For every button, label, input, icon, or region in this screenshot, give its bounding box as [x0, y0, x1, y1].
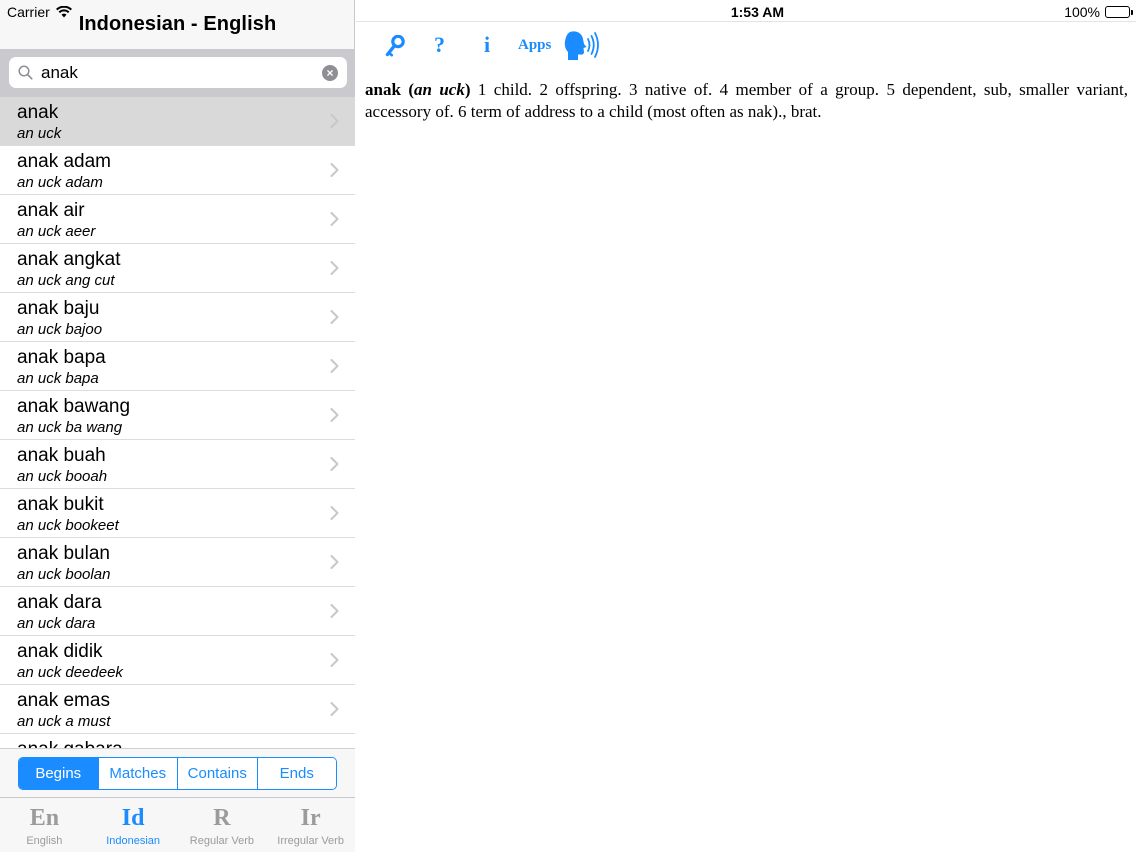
list-item-pronunciation: an uck deedeek [17, 664, 123, 681]
master-pane: Carrier Indonesian - English × anakan uc… [0, 0, 355, 852]
list-item-pronunciation: an uck bapa [17, 370, 99, 387]
page-title: Indonesian - English [78, 13, 277, 35]
chevron-right-icon [330, 457, 339, 476]
list-item-pronunciation: an uck adam [17, 174, 103, 191]
tab-glyph-icon: Ir [300, 805, 321, 831]
tab-label: Indonesian [106, 835, 161, 847]
tab-label: English [26, 835, 63, 847]
definition-body: 1 child. 2 offspring. 3 native of. 4 mem… [365, 80, 1128, 121]
chevron-right-icon [330, 359, 339, 378]
tab-english[interactable]: En English [0, 798, 89, 852]
chevron-right-icon [330, 555, 339, 574]
chevron-right-icon [330, 212, 339, 231]
list-item-pronunciation: an uck booah [17, 468, 108, 485]
battery-icon [1105, 6, 1133, 18]
tab-bar: En English Id Indonesian R Regular Verb Ir Irre… [0, 797, 355, 852]
search-box[interactable]: × [9, 57, 347, 88]
list-item-word: anak bulan [17, 543, 110, 564]
list-item-pronunciation: an uck dara [17, 615, 96, 632]
chevron-right-icon [330, 114, 339, 133]
help-button[interactable]: ? [434, 32, 445, 58]
list-item[interactable]: anak dara an uck dara [0, 587, 355, 636]
chevron-right-icon [330, 261, 339, 280]
tab-label: Irregular Verb [277, 835, 344, 847]
match-mode-bar: Begins Matches Contains Ends [0, 748, 355, 797]
results-list[interactable]: anak an uck anak adam an uck adam anak air an… [0, 97, 355, 748]
chevron-right-icon [330, 163, 339, 182]
list-item-word: anak didik [17, 641, 103, 662]
list-item-word: anak bawang [17, 396, 131, 417]
tab-irregular-verb[interactable]: Ir Irregular Verb [266, 798, 355, 852]
chevron-right-icon [330, 310, 339, 329]
list-item-pronunciation: an uck ba wang [17, 419, 123, 436]
search-bar: × [0, 49, 355, 97]
list-item-word: anak gabara [17, 739, 123, 748]
speaker-head-icon[interactable] [564, 30, 600, 67]
status-battery: 100% [1064, 4, 1133, 20]
clear-icon[interactable]: × [322, 65, 338, 81]
info-button[interactable]: i [484, 32, 490, 58]
list-item[interactable]: anak bapa an uck bapa [0, 342, 355, 391]
tab-label: Regular Verb [189, 835, 254, 847]
list-item[interactable]: anak bulan an uck boolan [0, 538, 355, 587]
match-mode-matches[interactable]: Matches [98, 758, 178, 789]
tab-glyph-icon: R [213, 805, 231, 831]
list-item-word: anak [17, 102, 59, 123]
match-mode-begins[interactable]: Begins [19, 758, 99, 789]
list-item[interactable]: anak adam an uck adam [0, 146, 355, 195]
list-item[interactable]: anak bukit an uck bookeet [0, 489, 355, 538]
match-mode-contains[interactable]: Contains [178, 758, 258, 789]
search-icon [18, 65, 33, 85]
list-item-word: anak angkat [17, 249, 121, 270]
list-item[interactable]: anak bawang an uck ba wang [0, 391, 355, 440]
list-item-word: anak dara [17, 592, 102, 613]
list-item[interactable]: anak gabara [0, 734, 355, 748]
toolbar: ? i Apps [356, 21, 1136, 71]
list-item-pronunciation: an uck boolan [17, 566, 111, 583]
list-item-word: anak bapa [17, 347, 106, 368]
tab-glyph-icon: Id [121, 805, 145, 831]
definition-headword: anak (an uck) [365, 80, 471, 99]
list-item-word: anak air [17, 200, 85, 221]
list-item[interactable]: anak air an uck aeer [0, 195, 355, 244]
chevron-right-icon [330, 408, 339, 427]
tab-glyph-icon: En [29, 805, 60, 831]
detail-pane: 1:53 AM 100% ? i Apps anak (an uck) 1 ch… [356, 0, 1136, 852]
tab-indonesian[interactable]: Id Indonesian [89, 798, 178, 852]
list-item-pronunciation: an uck ang cut [17, 272, 115, 289]
list-item-word: anak buah [17, 445, 106, 466]
apps-button[interactable]: Apps [518, 37, 551, 54]
list-item-word: anak bukit [17, 494, 104, 515]
match-mode-ends[interactable]: Ends [257, 758, 336, 789]
definition-pronunciation: an uck [413, 80, 465, 99]
status-time: 1:53 AM [730, 4, 784, 20]
chevron-right-icon [330, 604, 339, 623]
list-item-pronunciation: an uck [17, 125, 62, 142]
list-item-pronunciation: an uck a must [17, 713, 111, 730]
definition-text: anak (an uck) 1 child. 2 offspring. 3 na… [365, 79, 1128, 123]
list-item[interactable]: anak an uck [0, 97, 355, 146]
list-item-pronunciation: an uck bookeet [17, 517, 119, 534]
key-icon[interactable] [385, 34, 405, 62]
list-item-word: anak adam [17, 151, 112, 172]
list-item[interactable]: anak emas an uck a must [0, 685, 355, 734]
chevron-right-icon [330, 702, 339, 721]
chevron-right-icon [330, 506, 339, 525]
list-item[interactable]: anak baju an uck bajoo [0, 293, 355, 342]
list-item[interactable]: anak didik an uck deedeek [0, 636, 355, 685]
tab-regular-verb[interactable]: R Regular Verb [178, 798, 267, 852]
match-mode-control: Begins Matches Contains Ends [18, 757, 337, 790]
list-item-pronunciation: an uck aeer [17, 223, 96, 240]
list-item[interactable]: anak buah an uck booah [0, 440, 355, 489]
list-item-pronunciation: an uck bajoo [17, 321, 103, 338]
list-item-word: anak baju [17, 298, 100, 319]
list-item[interactable]: anak angkat an uck ang cut [0, 244, 355, 293]
battery-percent: 100% [1064, 4, 1100, 20]
chevron-right-icon [330, 653, 339, 672]
list-item-word: anak emas [17, 690, 110, 711]
search-input[interactable] [41, 61, 311, 85]
